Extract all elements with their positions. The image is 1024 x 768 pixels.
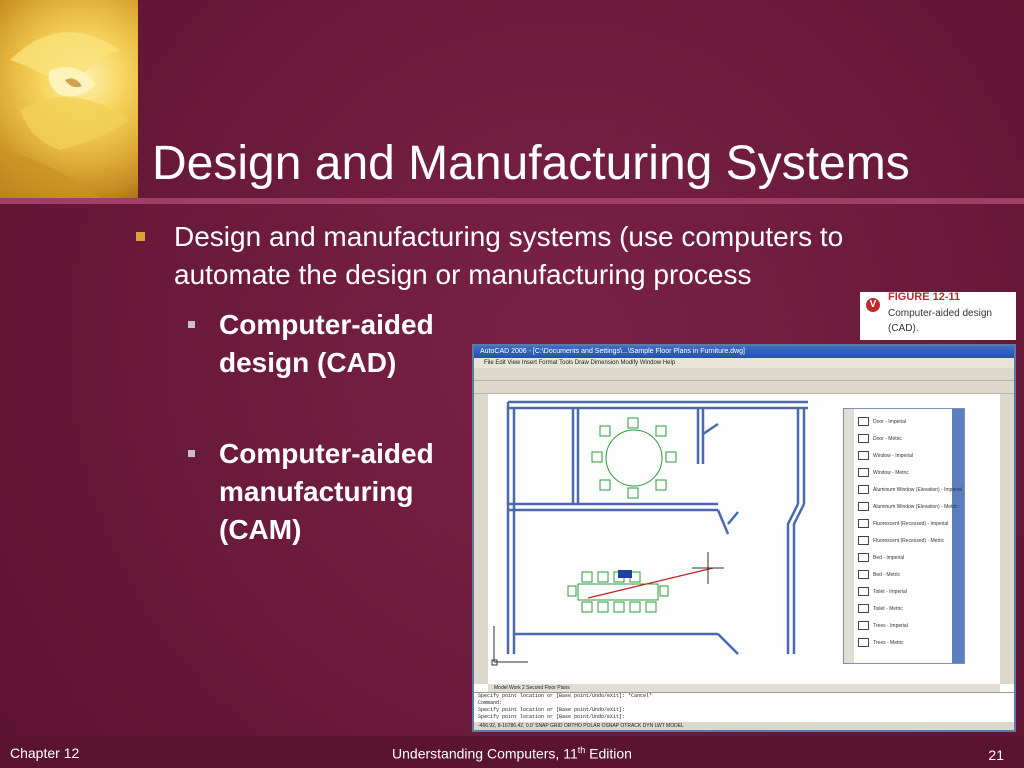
window-icon [858,485,869,494]
palette-item[interactable]: Toilet - Imperial [858,587,907,596]
slide-footer: Chapter 12 Understanding Computers, 11th… [0,736,1024,768]
palette-item[interactable]: Trees - Metric [858,638,904,647]
figure-caption: V FIGURE 12-11 Computer-aided design (CA… [860,291,1016,340]
footer-book-tail: Edition [585,745,632,762]
palette-item[interactable]: Door - Metric [858,434,902,443]
command-line-text: Specify point location or [Base point/Un… [478,693,653,699]
bed-icon [858,553,869,562]
command-line-text: Specify point location or [Base point/Un… [478,714,626,720]
palette-item[interactable]: Window - Imperial [858,451,913,460]
drawing-canvas: Door - Imperial Door - Metric Window - I… [488,394,1000,684]
menu-items: File Edit View Insert Format Tools Draw … [484,360,676,366]
draw-toolbar [474,394,488,684]
palette-item[interactable]: Toilet - Metric [858,604,903,613]
sub-bullet-text: Computer-aided manufacturing (CAM) [219,438,434,545]
bullet-marker [136,232,145,241]
figure-caption-text: Computer-aided design (CAD). [888,308,992,334]
tree-icon [858,621,869,630]
palette-title-strip[interactable] [952,409,964,663]
app-menubar: File Edit View Insert Format Tools Draw … [474,358,1014,368]
figure-number: FIGURE 12-11 [888,291,961,303]
palette-item[interactable]: Aluminum Window (Elevation) - Metric [858,502,958,511]
layout-tabs[interactable]: Model Work 2 Second Floor Plans [488,684,1000,692]
cad-screenshot: AutoCAD 2006 - [C:\Documents and Setting… [472,344,1016,732]
palette-tab-strip[interactable] [844,409,854,663]
right-toolbar [1000,394,1014,684]
palette-item[interactable]: Trees - Imperial [858,621,908,630]
app-titlebar: AutoCAD 2006 - [C:\Documents and Setting… [474,346,1014,358]
sub-bullet-cad: Computer-aided design (CAD) [188,306,438,382]
footer-page-number: 21 [988,747,1004,763]
footer-book-text: Understanding Computers, 11 [392,745,578,762]
light-icon [858,536,869,545]
figure-badge: V [866,298,880,312]
bed-icon [858,570,869,579]
tool-palette[interactable]: Door - Imperial Door - Metric Window - I… [843,408,965,664]
command-line[interactable]: Specify point location or [Base point/Un… [474,692,1014,724]
toilet-icon [858,604,869,613]
title-divider [0,198,1024,204]
tree-icon [858,638,869,647]
main-bullet-text: Design and manufacturing systems (use co… [174,221,844,290]
palette-item[interactable]: Aluminum Window (Elevation) - Imperial [858,485,962,494]
toilet-icon [858,587,869,596]
toolbar-1 [474,368,1014,381]
status-bar: -466.92, 8-16786.42, 0.0' SNAP GRID ORTH… [474,722,1014,730]
sub-bullet-cam: Computer-aided manufacturing (CAM) [188,435,458,549]
main-bullet: Design and manufacturing systems (use co… [136,218,966,294]
palette-item[interactable]: Window - Metric [858,468,909,477]
status-bar-text: -466.92, 8-16786.42, 0.0' SNAP GRID ORTH… [478,723,684,729]
palette-item[interactable]: Fluorescent (Recessed) - Imperial [858,519,948,528]
palette-item[interactable]: Bed - Imperial [858,553,904,562]
sub-bullet-marker [188,450,195,457]
slide-title: Design and Manufacturing Systems [152,137,910,190]
app-title: AutoCAD 2006 - [C:\Documents and Setting… [480,348,745,355]
toolbar-2 [474,381,1014,394]
sub-bullet-text: Computer-aided design (CAD) [219,309,434,378]
footer-book-title: Understanding Computers, 11th Edition [0,745,1024,762]
layout-tabs-text: Model Work 2 Second Floor Plans [494,685,570,691]
command-line-text: Specify point location or [Base point/Un… [478,707,626,713]
window-icon [858,451,869,460]
rose-image [0,0,138,198]
palette-item[interactable]: Fluorescent (Recessed) - Metric [858,536,944,545]
palette-item[interactable]: Bed - Metric [858,570,900,579]
light-icon [858,519,869,528]
window-icon [858,468,869,477]
sub-bullet-marker [188,321,195,328]
window-icon [858,502,869,511]
palette-item[interactable]: Door - Imperial [858,417,906,426]
command-line-text: Command: [478,700,503,706]
door-icon [858,434,869,443]
door-icon [858,417,869,426]
